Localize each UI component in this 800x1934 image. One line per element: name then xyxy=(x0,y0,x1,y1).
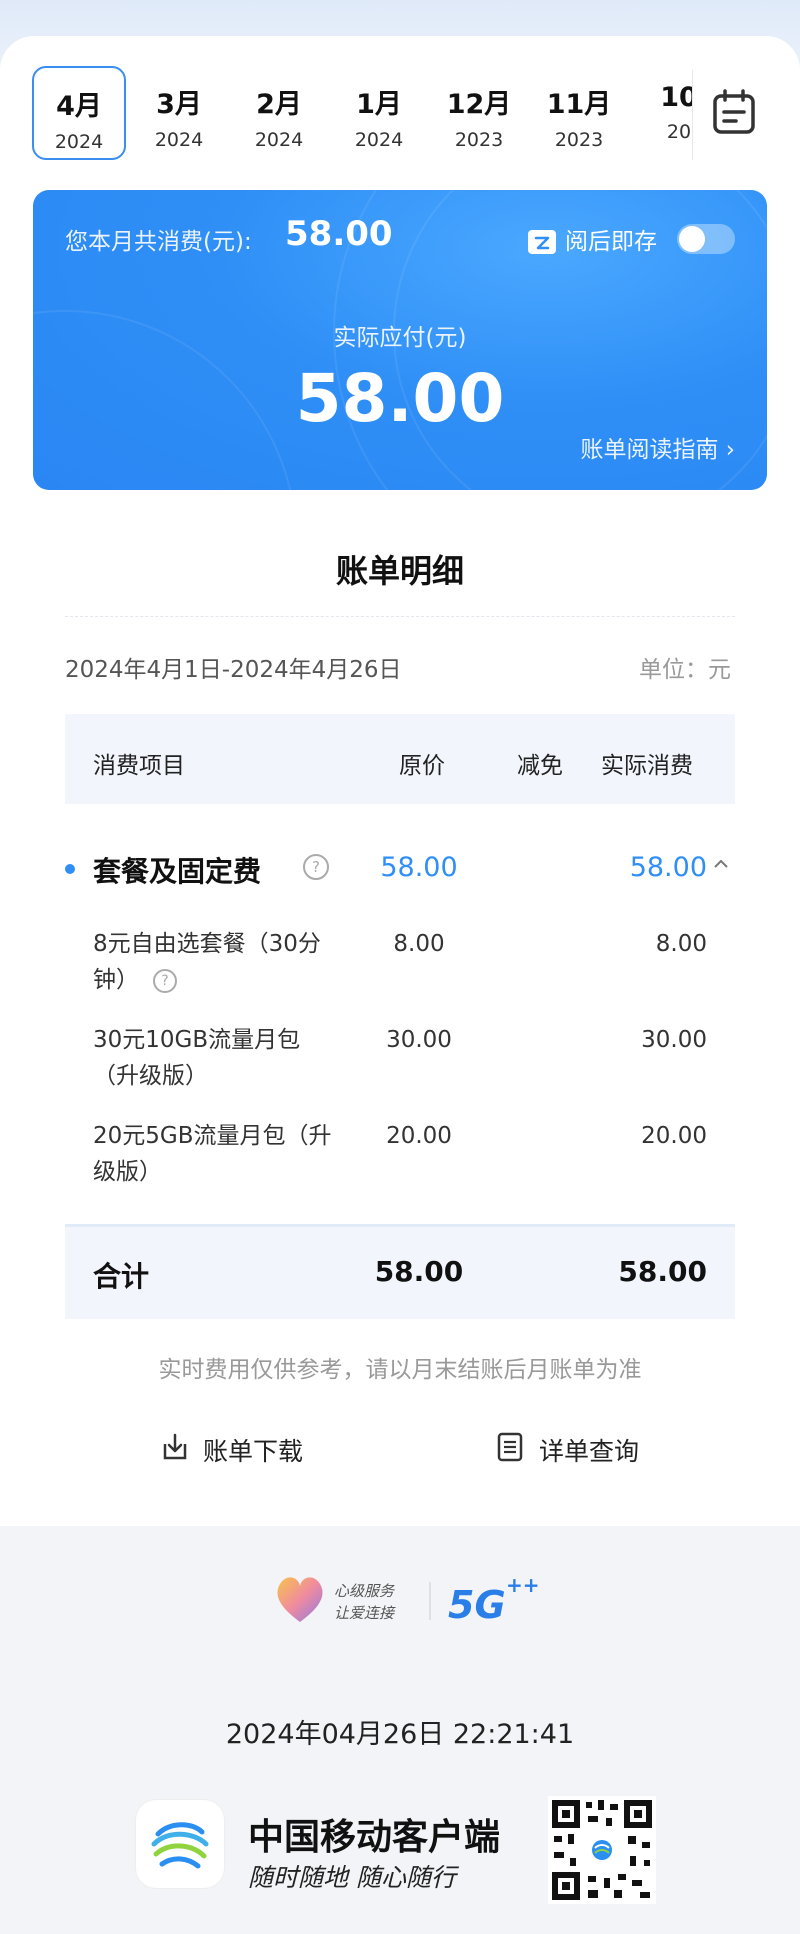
download-icon xyxy=(163,1433,187,1460)
row-original: 8.00 xyxy=(393,931,445,957)
header-item: 消费项目 xyxy=(93,753,185,779)
year-label: 2024 xyxy=(54,131,104,153)
read-then-save-label: 阅后即存 xyxy=(565,229,657,255)
read-then-save-toggle[interactable] xyxy=(677,224,735,254)
svg-text:++: ++ xyxy=(506,1573,540,1597)
row-actual: 30.00 xyxy=(641,1027,707,1053)
download-label: 账单下载 xyxy=(203,1437,304,1466)
bill-download-button[interactable]: 账单下载 xyxy=(161,1428,351,1468)
monthly-spend-label: 您本月共消费(元): xyxy=(65,229,252,255)
year-label: 20 xyxy=(666,121,692,143)
save-folder-icon xyxy=(527,226,557,256)
calendar-icon[interactable] xyxy=(712,88,756,136)
month-label: 4月 xyxy=(56,91,102,122)
group-name: 套餐及固定费 xyxy=(93,855,262,888)
timestamp: 2024年04月26日 22:21:41 xyxy=(225,1719,575,1750)
bill-guide-link[interactable]: 账单阅读指南 › xyxy=(580,430,735,464)
month-label: 12月 xyxy=(446,89,512,120)
month-tab-oct-2023[interactable]: 10 20 xyxy=(632,66,692,160)
detail-query-button[interactable]: 详单查询 xyxy=(497,1428,677,1468)
row-name: 20元5GB流量月包（升级版） xyxy=(93,1123,332,1185)
bullet-dot xyxy=(65,864,75,874)
toggle-knob xyxy=(679,226,705,252)
bill-detail-card: 账单明细 2024年4月1日-2024年4月26日 单位：元 消费项目 原价 减… xyxy=(33,510,767,1500)
month-tab-nov-2023[interactable]: 11月 2023 xyxy=(532,66,626,160)
total-label: 合计 xyxy=(93,1260,150,1293)
month-divider xyxy=(692,70,693,160)
unit-label: 单位：元 xyxy=(639,657,731,683)
row-actual: 20.00 xyxy=(641,1123,707,1149)
header-discount: 减免 xyxy=(517,753,563,779)
app-name: 中国移动客户端 xyxy=(248,1817,501,1858)
china-mobile-logo xyxy=(136,1800,224,1888)
svg-text:让爱连接: 让爱连接 xyxy=(334,1604,396,1622)
row-actual: 8.00 xyxy=(655,931,707,957)
svg-text:心级服务: 心级服务 xyxy=(334,1582,396,1600)
table-row: 30元10GB流量月包（升级版） 30.00 30.00 xyxy=(65,1022,735,1102)
group-original: 58.00 xyxy=(380,852,458,883)
month-tab-apr-2024[interactable]: 4月 2024 xyxy=(32,66,126,160)
qr-code-image xyxy=(548,1796,656,1904)
year-label: 2024 xyxy=(354,129,404,151)
help-icon[interactable]: ? xyxy=(153,968,177,993)
query-label: 详单查询 xyxy=(539,1437,640,1466)
table-row: 8元自由选套餐（30分钟）? 8.00 8.00 xyxy=(65,926,735,1006)
year-label: 2023 xyxy=(554,129,604,151)
row-name: 30元10GB流量月包（升级版） xyxy=(93,1027,301,1089)
month-tab-dec-2023[interactable]: 12月 2023 xyxy=(432,66,526,160)
dashed-divider xyxy=(65,616,735,617)
year-label: 2024 xyxy=(254,129,304,151)
group-row-package[interactable]: 套餐及固定费 ? 58.00 58.00 xyxy=(65,836,735,906)
actual-payable-value: 58.00 xyxy=(295,360,505,437)
header-actual: 实际消费 xyxy=(601,753,693,779)
month-label: 10 xyxy=(660,82,692,113)
actual-payable-label: 实际应付(元) xyxy=(333,325,467,351)
row-original: 20.00 xyxy=(386,1123,452,1149)
app-slogan: 随时随地 随心随行 xyxy=(248,1863,456,1892)
month-tab-mar-2024[interactable]: 3月 2024 xyxy=(132,66,226,160)
month-tab-jan-2024[interactable]: 1月 2024 xyxy=(332,66,426,160)
month-selector[interactable]: 4月 2024 3月 2024 2月 2024 1月 2024 12月 2023… xyxy=(32,66,692,162)
year-label: 2024 xyxy=(154,129,204,151)
detail-title: 账单明细 xyxy=(335,552,464,590)
help-icon[interactable]: ? xyxy=(303,854,329,880)
chevron-up-icon[interactable] xyxy=(713,856,729,872)
document-list-icon xyxy=(497,1432,523,1462)
bill-period: 2024年4月1日-2024年4月26日 xyxy=(65,657,402,683)
total-actual: 58.00 xyxy=(618,1255,707,1288)
brand-logos: 心级服务 让爱连接 5G ++ xyxy=(270,1570,560,1630)
table-header: 消费项目 原价 减免 实际消费 xyxy=(65,714,735,804)
row-original: 30.00 xyxy=(386,1027,452,1053)
row-name-text: 8元自由选套餐（30分钟） xyxy=(93,931,321,993)
month-label: 1月 xyxy=(356,89,402,120)
monthly-spend-value: 58.00 xyxy=(285,214,393,254)
total-original: 58.00 xyxy=(374,1255,464,1288)
svg-text:5G: 5G xyxy=(448,1583,506,1627)
group-actual: 58.00 xyxy=(629,852,707,883)
table-row: 20元5GB流量月包（升级版） 20.00 20.00 xyxy=(65,1118,735,1198)
year-label: 2023 xyxy=(454,129,504,151)
total-row: 合计 58.00 58.00 xyxy=(65,1224,735,1319)
month-label: 3月 xyxy=(156,89,202,120)
month-label: 11月 xyxy=(546,89,612,120)
reference-note: 实时费用仅供参考，请以月末结账后月账单为准 xyxy=(158,1357,642,1383)
row-name: 8元自由选套餐（30分钟）? xyxy=(93,926,333,998)
month-label: 2月 xyxy=(256,89,302,120)
month-tab-feb-2024[interactable]: 2月 2024 xyxy=(232,66,326,160)
header-original-price: 原价 xyxy=(399,753,445,779)
bill-summary-card: 您本月共消费(元): 58.00 阅后即存 实际应付(元) 58.00 账单阅读… xyxy=(33,190,767,490)
